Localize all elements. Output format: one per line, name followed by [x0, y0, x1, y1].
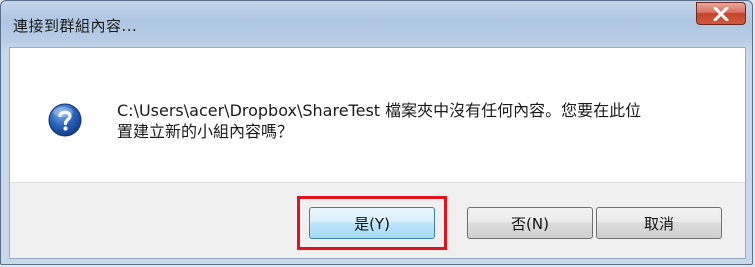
- message-line-1: C:\Users\acer\Dropbox\ShareTest 檔案夾中沒有任何…: [117, 101, 642, 120]
- close-button[interactable]: [696, 2, 746, 25]
- question-icon: [48, 103, 82, 137]
- title-bar[interactable]: 連接到群組內容...: [1, 1, 752, 47]
- dialog-message: C:\Users\acer\Dropbox\ShareTest 檔案夾中沒有任何…: [117, 100, 717, 142]
- cancel-button[interactable]: 取消: [596, 207, 722, 239]
- dialog-client-area: C:\Users\acer\Dropbox\ShareTest 檔案夾中沒有任何…: [9, 47, 746, 259]
- dialog-window: 連接到群組內容... C:\Users\acer\Dropbox\ShareTe…: [0, 0, 753, 265]
- close-icon: [713, 6, 729, 21]
- message-area: C:\Users\acer\Dropbox\ShareTest 檔案夾中沒有任何…: [10, 48, 745, 182]
- no-button[interactable]: 否(N): [467, 207, 593, 239]
- button-bar: 是(Y) 否(N) 取消: [10, 182, 745, 258]
- window-title: 連接到群組內容...: [13, 17, 138, 35]
- yes-button[interactable]: 是(Y): [309, 207, 435, 239]
- message-line-2: 置建立新的小組內容嗎？: [117, 122, 294, 141]
